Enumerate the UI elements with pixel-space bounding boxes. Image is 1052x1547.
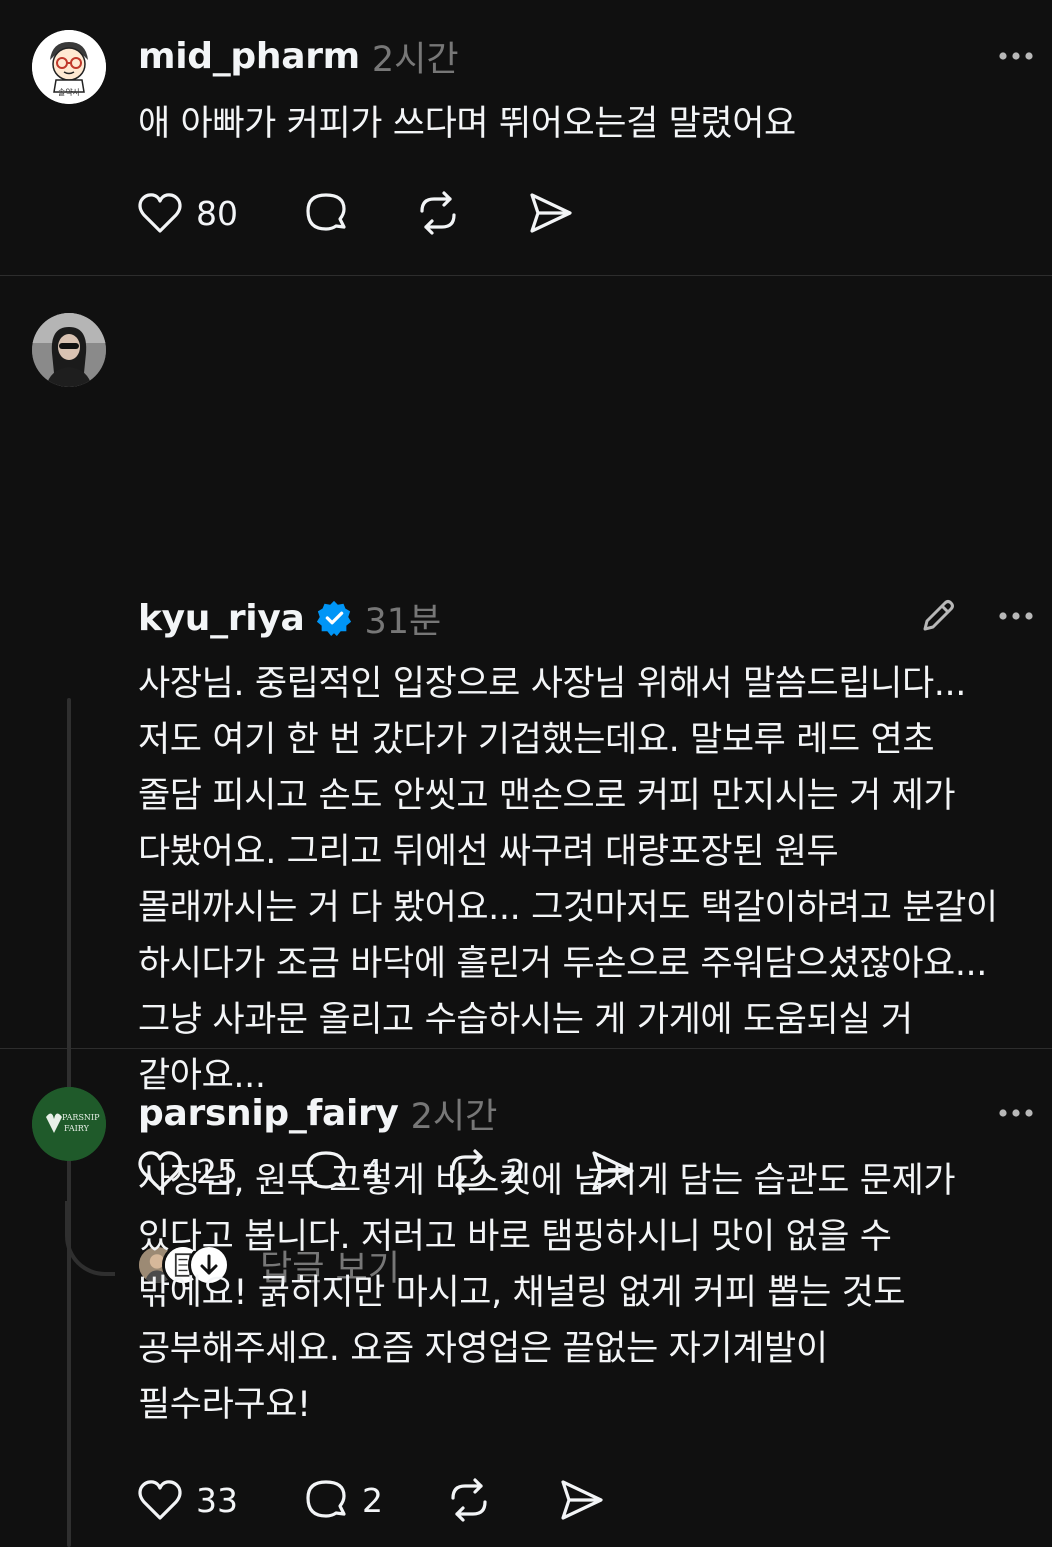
post-parsnip-fairy: PARSNIP FAIRY parsnip_fairy 2시간 사장님, 원두 … (0, 1049, 1052, 1547)
pencil-icon (923, 600, 954, 631)
share-button[interactable] (526, 188, 574, 238)
repost-button[interactable] (445, 1475, 493, 1525)
send-icon (561, 1480, 603, 1520)
like-button[interactable]: 80 (136, 188, 238, 238)
edit-button[interactable] (914, 594, 960, 640)
share-button[interactable] (557, 1475, 605, 1525)
timestamp: 2시간 (371, 39, 459, 80)
verified-badge-icon (316, 600, 351, 637)
repost-icon (451, 1478, 487, 1522)
text-line: 사장님. 중립적인 입장으로 사장님 위해서 말씀드립니다... (138, 664, 966, 704)
text-line: 저도 여기 한 번 갔다가 기겁했는데요. 말보루 레드 연초 (138, 720, 935, 760)
text-line: 몰래까시는 거 다 봤어요... 그것마저도 택갈이하려고 분갈이 (138, 888, 998, 928)
text-line: 그냥 사과문 올리고 수습하시는 게 가게에 도움되실 거 (138, 1000, 913, 1040)
post-kyu-riya: kyu_riya 31분 사장님. 중립적인 입장으로 사장님 위해서 말씀드립… (0, 276, 1052, 1289)
post-text: 사장님. 중립적인 입장으로 사장님 위해서 말씀드립니다... 저도 여기 한… (138, 656, 1038, 1104)
timestamp: 2시간 (410, 1096, 498, 1137)
text-line: 사장님, 원두 그렇게 바스켓에 넘치게 담는 습관도 문제가 (138, 1161, 956, 1201)
text-line: 다봤어요. 그리고 뒤에선 싸구려 대량포장된 원두 (138, 832, 839, 872)
post-header: mid_pharm 2시간 (138, 32, 1052, 80)
avatar[interactable]: PARSNIP FAIRY (32, 1087, 106, 1161)
profile-photo (32, 313, 106, 387)
username[interactable]: kyu_riya (138, 598, 305, 639)
repost-button[interactable] (414, 188, 462, 238)
post-header: parsnip_fairy 2시간 (138, 1089, 1052, 1137)
more-options-button[interactable] (996, 1093, 1036, 1133)
more-horizontal-icon (999, 612, 1033, 620)
post-text: 사장님, 원두 그렇게 바스켓에 넘치게 담는 습관도 문제가 있다고 봅니다.… (138, 1153, 1038, 1433)
avatar[interactable] (32, 313, 106, 387)
action-bar: 80 (136, 188, 574, 238)
comment-button[interactable]: 2 (302, 1475, 383, 1525)
comment-count: 2 (362, 1480, 383, 1520)
repost-icon (420, 191, 456, 235)
timestamp: 31분 (364, 601, 442, 642)
more-horizontal-icon (999, 52, 1033, 60)
comment-bubble-icon (306, 193, 346, 231)
post-mid-pharm: 솔약사 mid_pharm 2시간 애 아빠가 커피가 쓰다며 뛰어오는걸 말렸… (0, 0, 1052, 276)
heart-icon (138, 193, 182, 233)
like-count: 80 (196, 193, 238, 233)
username[interactable]: mid_pharm (138, 36, 360, 77)
text-line: 있다고 봅니다. 저러고 바로 탬핑하시니 맛이 없을 수 (138, 1217, 892, 1257)
comment-button[interactable] (302, 188, 350, 238)
avatar-caption: 솔약사 (57, 88, 81, 97)
post-text: 애 아빠가 커피가 쓰다며 뛰어오는걸 말렸어요 (138, 96, 1038, 152)
avatar[interactable]: 솔약사 (32, 30, 106, 104)
thread-line (67, 1201, 71, 1547)
heart-icon (138, 1480, 182, 1520)
like-button[interactable]: 33 (136, 1475, 238, 1525)
username[interactable]: parsnip_fairy (138, 1093, 399, 1134)
text-line: 공부해주세요. 요즘 자영업은 끝없는 자기계발이 (138, 1329, 828, 1369)
avatar-caption: FAIRY (64, 1124, 89, 1133)
like-count: 33 (196, 1480, 238, 1520)
text-line: 밖에요! 굵히지만 마시고, 채널링 없게 커피 뽑는 것도 (138, 1273, 906, 1313)
text-line: 줄담 피시고 손도 안씻고 맨손으로 커피 만지시는 거 제가 (138, 776, 956, 816)
text-line: 필수라구요! (138, 1385, 311, 1425)
avatar-caption: PARSNIP (62, 1113, 100, 1122)
action-bar: 33 2 (136, 1475, 605, 1525)
send-icon (530, 193, 572, 233)
more-horizontal-icon (999, 1109, 1033, 1117)
text-line: 하시다가 조금 바닥에 흘린거 두손으로 주워담으셨잖아요... (138, 944, 988, 984)
more-options-button[interactable] (996, 36, 1036, 76)
more-options-button[interactable] (996, 596, 1036, 636)
text-line: 애 아빠가 커피가 쓰다며 뛰어오는걸 말렸어요 (138, 104, 796, 144)
comment-bubble-icon (306, 1480, 346, 1518)
